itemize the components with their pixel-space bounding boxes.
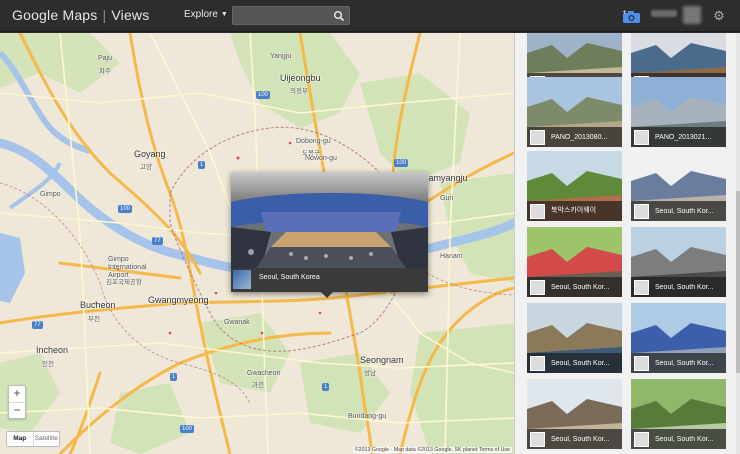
photo-card[interactable]: 북악스카이웨이	[527, 151, 622, 221]
place-label: Seongnam	[360, 355, 404, 365]
place-label: Hanam	[440, 253, 463, 260]
place-label: Dobong-gu	[296, 138, 331, 145]
photo-card[interactable]: Seoul, South Kor...	[527, 303, 622, 373]
place-label: 부천	[88, 316, 100, 323]
place-label: 인천	[42, 361, 54, 368]
place-label: Bundang-gu	[348, 413, 387, 420]
brand-maps: Maps	[62, 7, 98, 23]
photo-card[interactable]: Seoul, South Kor...	[631, 227, 726, 297]
route-shield: 100	[118, 205, 133, 213]
zoom-out-button[interactable]: −	[9, 402, 25, 418]
place-label: Nowon-gu	[305, 155, 337, 162]
map-type-toggle: Map Satellite	[6, 431, 60, 447]
photo-card[interactable]: Seoul, South Kor...	[527, 379, 622, 449]
avatar[interactable]	[530, 204, 545, 219]
place-label: Yangju	[270, 53, 292, 60]
place-label: Incheon	[36, 345, 69, 355]
photo-card[interactable]: Seoul, South Kor...	[631, 379, 726, 449]
place-label: 성남	[364, 370, 376, 377]
route-shield: 1	[170, 373, 178, 381]
place-label: 김포국제공항	[106, 279, 142, 286]
place-label: 파주	[99, 68, 111, 75]
place-label: Namyangju	[422, 173, 468, 183]
photo-card[interactable]: Seoul, South Kor...	[527, 227, 622, 297]
photo-label: Seoul, South Kor...	[551, 436, 610, 443]
brand-views: Views	[111, 7, 150, 23]
photo-card[interactable]: Seoul, South Kor...	[631, 151, 726, 221]
avatar[interactable]	[530, 356, 545, 371]
popup-caption[interactable]: Seoul, South Korea	[259, 274, 320, 281]
avatar[interactable]	[634, 280, 649, 295]
map-type-map[interactable]: Map	[7, 432, 33, 446]
photo-card[interactable]: PANO_2013080...	[527, 77, 622, 147]
photo-label: Seoul, South Kor...	[655, 436, 714, 443]
gear-icon[interactable]: ⚙	[713, 9, 725, 22]
route-shield: 1	[198, 161, 206, 169]
photo-panel[interactable]: Seoul, South Kor...PANO_2013070...PANO_2…	[514, 33, 740, 454]
photo-label: PANO_2013080...	[551, 134, 608, 141]
popup-author-thumb[interactable]	[233, 270, 251, 289]
map-canvas[interactable]: Paju 파주 Yangju Uijeongbu 의정부 Goyang 고양 D…	[0, 33, 514, 454]
photo-card[interactable]: PANO_2013021...	[631, 77, 726, 147]
photo-label: Seoul, South Kor...	[551, 284, 610, 291]
user-name[interactable]	[651, 10, 677, 17]
place-label: Uijeongbu	[280, 73, 321, 83]
route-shield: 100	[256, 91, 271, 99]
popup-photo[interactable]	[231, 172, 428, 268]
top-bar: Google Maps | Views Explore ▼ + ⚙	[0, 0, 740, 32]
place-label: 고양	[140, 164, 152, 171]
avatar[interactable]	[530, 432, 545, 447]
svg-text:+: +	[622, 9, 627, 16]
avatar[interactable]	[530, 130, 545, 145]
avatar[interactable]	[634, 432, 649, 447]
map-attribution[interactable]: ©2013 Google - Map data ©2013 Google, SK…	[352, 447, 512, 453]
place-label: 과천	[252, 382, 264, 389]
place-label: 의정부	[290, 88, 308, 95]
photo-label: Seoul, South Kor...	[655, 360, 714, 367]
place-label: Gwacheon	[247, 370, 281, 377]
scrollbar-thumb[interactable]	[736, 191, 740, 373]
avatar[interactable]	[634, 356, 649, 371]
photo-label: Seoul, South Kor...	[655, 208, 714, 215]
upload-photo-icon[interactable]: +	[622, 9, 642, 24]
avatar[interactable]	[634, 130, 649, 145]
brand-separator: |	[102, 7, 107, 23]
place-label: Goyang	[134, 149, 166, 159]
search-icon[interactable]	[333, 10, 345, 22]
photo-label: PANO_2013021...	[655, 134, 712, 141]
explore-menu[interactable]: Explore ▼	[184, 9, 228, 20]
place-label: Bucheon	[80, 300, 116, 310]
route-shield: 1	[322, 383, 330, 391]
explore-label: Explore	[184, 9, 218, 20]
place-label: Gimpo	[40, 191, 61, 198]
popup-pointer	[321, 292, 333, 298]
search-input[interactable]	[237, 9, 329, 23]
route-shield: 100	[394, 159, 409, 167]
photo-card[interactable]: Seoul, South Kor...	[631, 303, 726, 373]
photo-label: 북악스카이웨이	[551, 207, 597, 214]
avatar[interactable]	[634, 204, 649, 219]
map-type-satellite[interactable]: Satellite	[32, 432, 60, 446]
route-shield: 77	[32, 321, 43, 329]
place-label: Paju	[98, 55, 113, 62]
brand-logo[interactable]: Google Maps | Views	[12, 7, 149, 23]
photo-label: Seoul, South Kor...	[655, 284, 714, 291]
avatar[interactable]	[683, 6, 701, 24]
search-box	[232, 6, 350, 25]
brand-google: Google	[12, 7, 59, 23]
route-shield: 77	[152, 237, 163, 245]
place-label: Gwangmyeong	[148, 295, 209, 305]
place-label: Gwanak	[224, 319, 250, 326]
photo-popup[interactable]: Seoul, South Korea	[231, 172, 428, 298]
avatar[interactable]	[530, 280, 545, 295]
panel-scrollbar[interactable]	[736, 33, 740, 454]
chevron-down-icon: ▼	[220, 11, 228, 18]
photo-label: Seoul, South Kor...	[551, 360, 610, 367]
route-shield: 100	[180, 425, 195, 433]
zoom-control: + −	[8, 385, 26, 419]
zoom-in-button[interactable]: +	[9, 386, 25, 402]
place-label: Guri	[440, 195, 454, 202]
